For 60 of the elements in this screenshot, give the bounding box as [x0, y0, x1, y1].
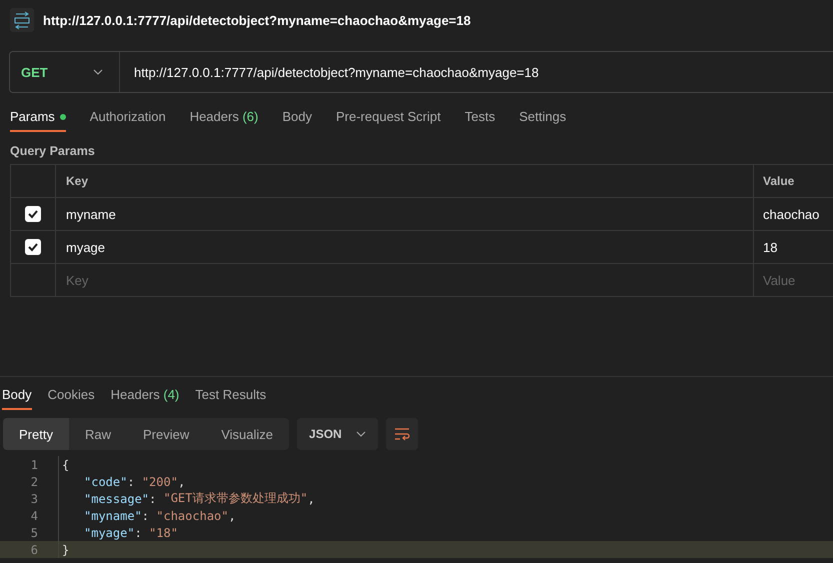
table-cell: myname — [56, 198, 754, 230]
response-tab[interactable]: Test Results — [195, 383, 266, 410]
json-punctuation: : — [149, 492, 158, 506]
checkbox[interactable] — [25, 239, 41, 255]
line-number: 2 — [30, 474, 39, 488]
method-dropdown[interactable]: GET — [10, 52, 120, 92]
section-title: Query Params — [10, 144, 96, 160]
json-key: "message" — [84, 492, 150, 506]
json-brace: } — [62, 542, 70, 556]
json-punctuation: : — [134, 526, 143, 540]
line-number: 4 — [30, 508, 39, 522]
table-cell-text: chaochao — [762, 206, 820, 224]
line-number: 1 — [30, 458, 39, 472]
request-tab[interactable]: Headers (6) — [190, 105, 258, 132]
json-key: "myname" — [84, 508, 142, 522]
json-brace: { — [62, 458, 70, 472]
request-tab[interactable]: Pre-request Script — [336, 105, 441, 132]
key-input[interactable]: Key — [66, 272, 684, 288]
request-tab[interactable]: Authorization — [90, 105, 166, 132]
wrap-lines-icon — [394, 427, 410, 441]
line-number: 5 — [30, 526, 39, 540]
json-value: "200" — [142, 474, 178, 488]
column-header: Key — [56, 165, 754, 197]
json-punctuation: , — [178, 474, 186, 488]
response-tab[interactable]: Body — [2, 383, 32, 410]
response-tab[interactable]: Headers (4) — [110, 383, 180, 410]
format-dropdown[interactable]: JSON — [297, 418, 378, 450]
view-mode-button[interactable]: Pretty — [3, 418, 69, 450]
view-mode-button[interactable]: Raw — [68, 418, 127, 450]
json-key: "code" — [84, 474, 128, 488]
checkmark-icon — [27, 241, 39, 253]
json-value: "chaochao" — [156, 508, 228, 522]
request-title: http://127.0.0.1:7777/api/detectobject?myname=chaochao&myage=18 — [43, 12, 471, 28]
url-input[interactable]: http://127.0.0.1:7777/api/detectobject?myname=chaochao&myage=18 — [120, 64, 539, 80]
checkmark-icon — [27, 208, 39, 220]
value-input[interactable]: Value — [763, 272, 826, 288]
view-mode-button[interactable]: Visualize — [205, 418, 290, 450]
table-cell-text: 18 — [762, 238, 778, 256]
column-header: Value — [762, 173, 796, 190]
view-mode-button[interactable]: Preview — [126, 418, 206, 450]
caret-icon — [93, 69, 103, 75]
line-number: 3 — [30, 492, 39, 506]
json-key: "myage" — [84, 526, 135, 540]
request-tab[interactable]: Body — [282, 105, 312, 132]
request-tab[interactable]: Params — [10, 105, 66, 132]
http-request-icon — [10, 8, 34, 32]
request-tab[interactable]: Tests — [464, 105, 496, 132]
json-punctuation: : — [142, 508, 150, 522]
json-punctuation: , — [308, 492, 315, 506]
request-tab[interactable]: Settings — [519, 105, 566, 132]
line-number: 6 — [30, 542, 39, 556]
checkbox[interactable] — [25, 206, 41, 222]
json-value: "GET请求带参数处理成功" — [163, 490, 308, 507]
json-punctuation: : — [127, 474, 136, 488]
response-tab[interactable]: Cookies — [48, 383, 95, 410]
caret-icon — [356, 431, 366, 437]
json-punctuation: , — [228, 508, 236, 522]
json-value: "18" — [149, 526, 178, 540]
table-cell: myage — [56, 231, 754, 263]
wrap-lines-button[interactable] — [386, 418, 418, 450]
